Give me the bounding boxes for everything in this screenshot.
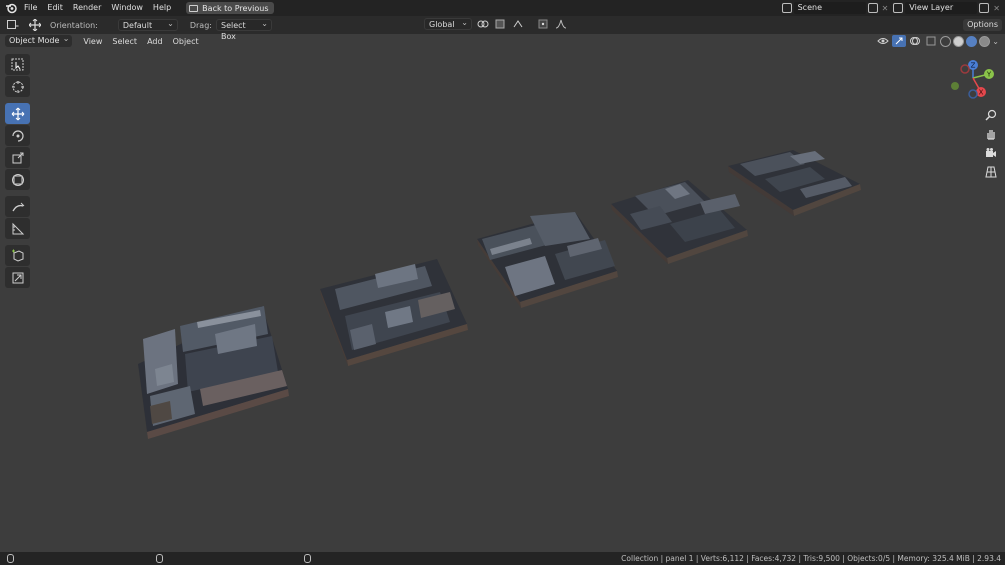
- drag-dropdown[interactable]: Select Box: [215, 18, 272, 41]
- screen-icon: [189, 4, 199, 12]
- city-block-model-3[interactable]: [477, 212, 618, 308]
- measure-tool[interactable]: [5, 218, 30, 239]
- menu-view[interactable]: View: [78, 37, 107, 46]
- city-block-model-4[interactable]: [611, 180, 748, 264]
- view-layer-icon[interactable]: [893, 3, 904, 13]
- scene-name-field[interactable]: Scene: [793, 2, 866, 14]
- overlay-toggle-icon[interactable]: [908, 35, 922, 47]
- add-cube-icon: [11, 249, 23, 262]
- scene-icon[interactable]: [781, 3, 792, 13]
- annotate-tool[interactable]: [5, 196, 30, 217]
- shading-options-chevron-icon[interactable]: ⌄: [992, 37, 999, 46]
- pivot-point-icon[interactable]: [476, 18, 490, 30]
- add-cube-tool[interactable]: [5, 245, 30, 266]
- scale-cage-icon: [12, 272, 23, 283]
- transform-icon: [11, 173, 24, 186]
- menu-edit[interactable]: Edit: [42, 0, 68, 16]
- wireframe-shading-icon[interactable]: [940, 35, 952, 47]
- move-icon: [11, 107, 24, 120]
- proportional-edit-icon[interactable]: [536, 18, 550, 30]
- city-block-model-5[interactable]: [728, 150, 861, 216]
- object-mode-label: Object Mode: [9, 36, 60, 45]
- menu-select[interactable]: Select: [107, 37, 142, 46]
- menu-render[interactable]: Render: [68, 0, 106, 16]
- gizmo-neg-x-axis[interactable]: [960, 64, 970, 74]
- viewport-scene: [138, 150, 861, 439]
- gizmo-neg-y-axis[interactable]: [951, 82, 959, 90]
- hand-icon: [987, 130, 995, 140]
- falloff-icon[interactable]: [554, 18, 568, 30]
- select-box-tool[interactable]: [5, 54, 30, 75]
- select-box-icon: [11, 58, 24, 71]
- menu-file[interactable]: File: [19, 0, 42, 16]
- mouse-left-icon: [7, 554, 14, 563]
- material-preview-shading-icon[interactable]: [966, 35, 978, 47]
- remove-view-layer-icon[interactable]: ✕: [991, 4, 1002, 13]
- left-toolbar: [5, 54, 30, 288]
- status-bar: Collection | panel 1 | Verts:6,112 | Fac…: [0, 552, 1005, 565]
- 3d-viewport[interactable]: [0, 34, 1005, 550]
- object-mode-dropdown[interactable]: Object Mode: [5, 33, 73, 47]
- new-scene-icon[interactable]: [867, 3, 878, 13]
- top-menu-bar: File Edit Render Window Help Back to Pre…: [0, 0, 1005, 16]
- view-layer-field[interactable]: View Layer: [905, 2, 978, 14]
- xray-toggle-icon[interactable]: [924, 35, 938, 47]
- menu-help[interactable]: Help: [148, 0, 176, 16]
- scene-statistics: Collection | panel 1 | Verts:6,112 | Fac…: [621, 554, 1001, 563]
- viewport-shading-controls: ⌄: [876, 35, 999, 47]
- menu-window[interactable]: Window: [106, 0, 148, 16]
- transform-orientation-dropdown[interactable]: Global: [424, 17, 472, 30]
- navigation-gizmo[interactable]: Z Y X: [945, 58, 997, 104]
- menu-add[interactable]: Add: [142, 37, 168, 46]
- remove-scene-icon[interactable]: ✕: [880, 4, 891, 13]
- back-to-previous-label: Back to Previous: [202, 3, 269, 13]
- visibility-icon[interactable]: [876, 35, 890, 47]
- rotate-icon: [11, 129, 24, 142]
- measure-icon: [12, 222, 24, 234]
- snap-target-icon[interactable]: [512, 18, 526, 30]
- view-layer-selector[interactable]: View Layer ✕: [893, 2, 1002, 14]
- gizmo-neg-z-axis[interactable]: [968, 89, 978, 99]
- scale-icon: [12, 152, 23, 163]
- camera-view-button[interactable]: [983, 145, 999, 161]
- gizmo-y-label: Y: [986, 71, 992, 79]
- move-tool[interactable]: [5, 103, 30, 124]
- city-block-model-2[interactable]: [320, 259, 468, 366]
- orientation-dropdown[interactable]: Default: [117, 18, 178, 31]
- gizmo-x-label: X: [979, 89, 984, 97]
- move-tool-icon[interactable]: [28, 19, 42, 31]
- annotate-icon: [11, 202, 24, 211]
- pan-view-button[interactable]: [983, 126, 999, 142]
- city-block-model-1[interactable]: [138, 306, 289, 439]
- perspective-toggle-button[interactable]: [983, 164, 999, 180]
- rendered-shading-icon[interactable]: [979, 35, 991, 47]
- blender-logo-icon[interactable]: [3, 0, 19, 16]
- snap-icon[interactable]: [494, 18, 508, 30]
- transform-tool[interactable]: [5, 169, 30, 190]
- scene-selector[interactable]: Scene ✕: [781, 2, 891, 14]
- cursor-icon: [11, 80, 24, 93]
- drag-label: Drag:: [189, 20, 212, 30]
- mouse-middle-icon: [156, 554, 163, 563]
- new-view-layer-icon[interactable]: [979, 3, 990, 13]
- scale-cage-tool[interactable]: [5, 267, 30, 288]
- options-button[interactable]: Options: [963, 19, 1002, 31]
- camera-icon: [986, 148, 996, 157]
- orientation-label: Orientation:: [50, 20, 98, 30]
- viewport-header: Object Mode View Select Add Object ⌄: [0, 33, 1005, 48]
- gizmo-z-label: Z: [971, 62, 976, 70]
- editor-type-icon[interactable]: [6, 19, 20, 31]
- scale-tool[interactable]: [5, 147, 30, 168]
- solid-shading-icon[interactable]: [953, 35, 965, 47]
- tool-settings-header: Orientation: Default Drag: Select Box Gl…: [0, 16, 1005, 41]
- gizmo-toggle-icon[interactable]: [892, 35, 907, 47]
- back-to-previous-button[interactable]: Back to Previous: [186, 2, 274, 14]
- zoom-view-button[interactable]: [983, 107, 999, 123]
- rotate-tool[interactable]: [5, 125, 30, 146]
- mouse-right-icon: [304, 554, 311, 563]
- cursor-tool[interactable]: [5, 76, 30, 97]
- zoom-icon: [985, 109, 997, 121]
- grid-icon: [985, 166, 997, 178]
- menu-object[interactable]: Object: [168, 37, 204, 46]
